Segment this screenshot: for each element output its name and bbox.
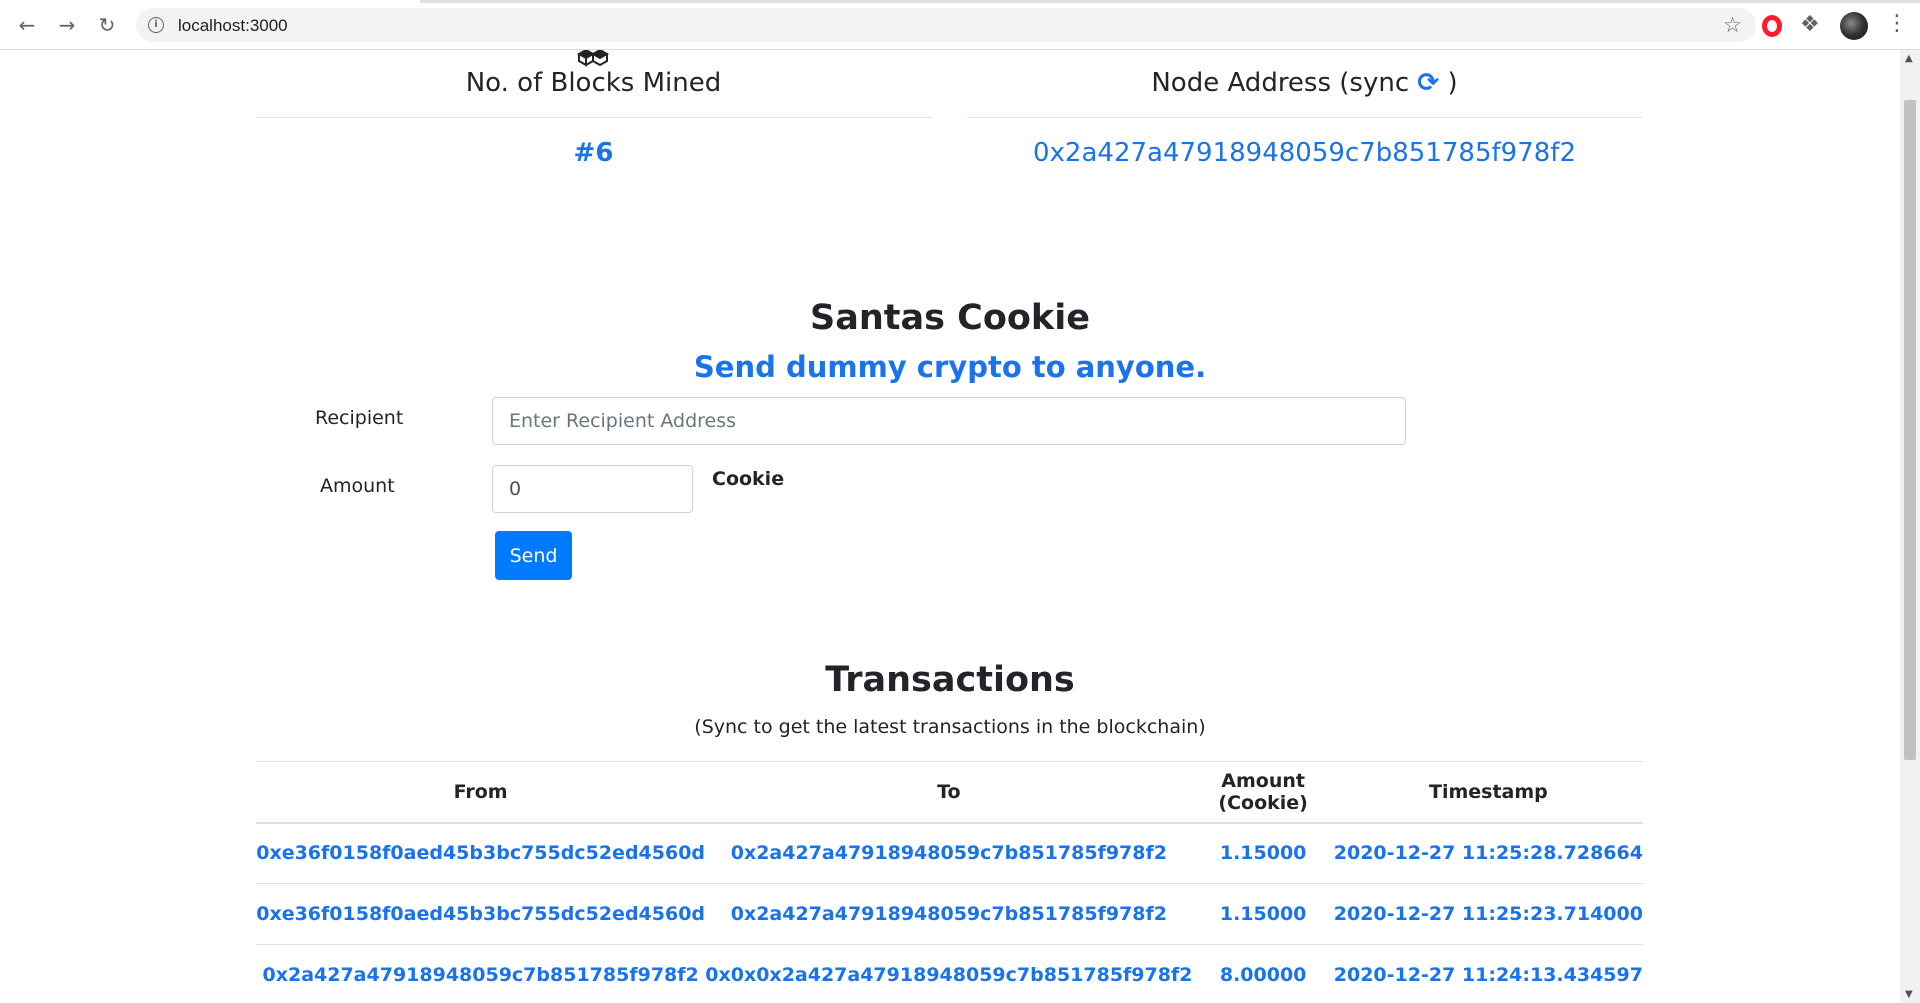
page-scrollbar[interactable]: ▲ ▼ — [1900, 50, 1920, 1003]
send-button[interactable]: Send — [495, 531, 572, 580]
info-icon[interactable]: i — [148, 17, 164, 33]
kebab-menu-icon[interactable]: ⋮ — [1886, 12, 1908, 36]
cell-to: 0x0x0x2a427a47918948059c7b851785f978f2 — [705, 944, 1193, 1003]
amount-unit-label: Cookie — [712, 468, 785, 490]
column-header-amount: Amount (Cookie) — [1192, 761, 1334, 824]
column-header-to: To — [705, 761, 1193, 824]
node-address-label-suffix: ) — [1447, 68, 1458, 98]
cell-timestamp: 2020-12-27 11:25:28.728664 — [1333, 822, 1643, 884]
blocks-mined-card: No. of Blocks Mined #6 — [256, 50, 931, 168]
scroll-up-icon[interactable]: ▲ — [1905, 53, 1913, 64]
back-arrow-icon[interactable]: ← — [14, 12, 40, 38]
address-bar[interactable]: i localhost:3000 ☆ — [136, 8, 1756, 42]
table-header-row: From To Amount (Cookie) Timestamp — [256, 761, 1643, 824]
column-header-timestamp: Timestamp — [1333, 761, 1643, 824]
cell-from: 0xe36f0158f0aed45b3bc755dc52ed4560d — [256, 822, 706, 884]
node-address-value: 0x2a427a47918948059c7b851785f978f2 — [1033, 138, 1576, 168]
page-title: Santas Cookie — [810, 298, 1090, 338]
amount-input[interactable] — [492, 465, 693, 513]
page-content: No. of Blocks Mined #6 Node Address (syn… — [0, 50, 1900, 1003]
puzzle-icon[interactable]: ❖ — [1800, 12, 1820, 37]
cell-to: 0x2a427a47918948059c7b851785f978f2 — [705, 822, 1193, 884]
node-address-card: Node Address (sync ⟳ ) 0x2a427a479189480… — [967, 50, 1642, 168]
url-text[interactable]: localhost:3000 — [178, 16, 288, 36]
node-address-label-prefix: Node Address (sync — [1151, 68, 1410, 98]
transactions-subtitle: (Sync to get the latest transactions in … — [694, 716, 1206, 738]
node-address-label: Node Address (sync ⟳ ) — [967, 68, 1642, 98]
table-row: 0xe36f0158f0aed45b3bc755dc52ed4560d 0x2a… — [256, 883, 1643, 945]
blocks-mined-header: No. of Blocks Mined — [256, 50, 931, 118]
cell-to: 0x2a427a47918948059c7b851785f978f2 — [705, 883, 1193, 945]
reload-icon[interactable]: ↻ — [94, 12, 120, 38]
opera-icon[interactable] — [1762, 15, 1782, 37]
cell-amount: 1.15000 — [1192, 883, 1334, 945]
node-address-header: Node Address (sync ⟳ ) — [967, 50, 1642, 118]
blocks-mined-value: #6 — [573, 138, 614, 168]
browser-toolbar: ← → ↻ i localhost:3000 ☆ ❖ ⋮ — [0, 0, 1920, 50]
page-subtitle: Send dummy crypto to anyone. — [693, 350, 1207, 384]
cell-timestamp: 2020-12-27 11:24:13.434597 — [1333, 944, 1643, 1003]
transactions-table: From To Amount (Cookie) Timestamp 0xe36f… — [256, 761, 1643, 1003]
amount-label: Amount — [320, 475, 395, 497]
cell-from: 0x2a427a47918948059c7b851785f978f2 — [256, 944, 706, 1003]
star-icon[interactable]: ☆ — [1723, 13, 1742, 37]
sync-icon[interactable]: ⟳ — [1417, 68, 1439, 98]
cubes-icon — [576, 50, 610, 67]
recipient-label: Recipient — [315, 407, 404, 429]
column-header-from: From — [256, 761, 706, 824]
cell-amount: 1.15000 — [1192, 822, 1334, 884]
scroll-down-icon[interactable]: ▼ — [1905, 989, 1913, 1000]
avatar[interactable] — [1840, 12, 1868, 40]
recipient-input[interactable] — [492, 397, 1406, 445]
forward-arrow-icon[interactable]: → — [54, 12, 80, 38]
cell-amount: 8.00000 — [1192, 944, 1334, 1003]
cell-timestamp: 2020-12-27 11:25:23.714000 — [1333, 883, 1643, 945]
table-row: 0xe36f0158f0aed45b3bc755dc52ed4560d 0x2a… — [256, 822, 1643, 884]
table-row: 0x2a427a47918948059c7b851785f978f2 0x0x0… — [256, 944, 1643, 1003]
tab-strip — [420, 0, 1920, 3]
blocks-mined-label: No. of Blocks Mined — [465, 68, 722, 98]
cell-from: 0xe36f0158f0aed45b3bc755dc52ed4560d — [256, 883, 706, 945]
scroll-thumb[interactable] — [1904, 100, 1916, 760]
transactions-title: Transactions — [825, 660, 1075, 700]
